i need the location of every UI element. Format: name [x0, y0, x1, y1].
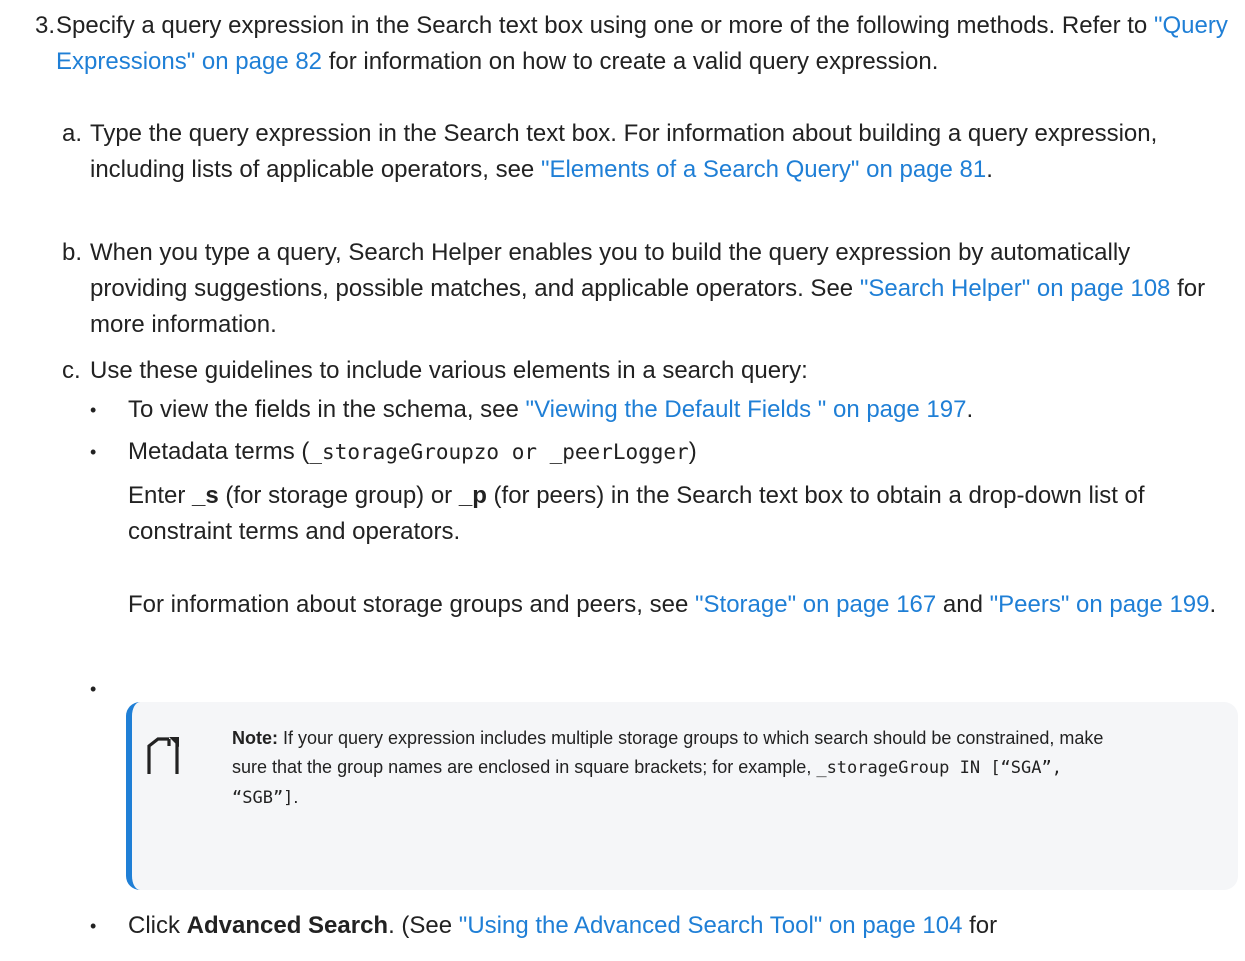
- metadata-terms-text-post: ): [688, 438, 697, 465]
- substep-a-text: Type the query expression in the Search …: [90, 116, 1232, 188]
- substep-letter: c.: [62, 357, 81, 384]
- peers-link[interactable]: "Peers" on page 199: [990, 591, 1210, 618]
- substep-letter: a.: [62, 120, 83, 147]
- substep-letter: b.: [62, 239, 83, 266]
- bullet-advanced-search: • Click Advanced Search. (See "Using the…: [90, 908, 1230, 944]
- substep-b-text: When you type a query, Search Helper ena…: [90, 235, 1232, 343]
- search-helper-link[interactable]: "Search Helper" on page 108: [860, 275, 1171, 302]
- metadata-terms-paragraph-1: Enter _s (for storage group) or _p (for …: [128, 478, 1228, 550]
- substep-b: b. When you type a query, Search Helper …: [62, 235, 1232, 343]
- advanced-search-text-post: for: [962, 912, 998, 939]
- viewing-default-fields-link[interactable]: "Viewing the Default Fields " on page 19…: [526, 396, 967, 423]
- bullet-marker: •: [90, 916, 97, 936]
- step-3-text-pre: Specify a query expression in the Search…: [56, 12, 1154, 39]
- note-label: Note:: [232, 728, 278, 748]
- note-callout: Note: If your query expression includes …: [126, 702, 1238, 890]
- bullet-marker: •: [90, 679, 97, 699]
- note-page-icon: [147, 737, 179, 774]
- metadata-terms-paragraph-2: For information about storage groups and…: [128, 587, 1228, 623]
- step-3-text: Specify a query expression in the Search…: [56, 8, 1235, 80]
- note-text-post: .: [293, 787, 299, 807]
- document-page: 3. Specify a query expression in the Sea…: [0, 0, 1245, 961]
- advanced-search-text-pre: Click: [128, 912, 187, 939]
- para1-mid: (for storage group) or: [218, 482, 459, 509]
- substep-c: c. Use these guidelines to include vario…: [62, 353, 1232, 389]
- metadata-terms-code: _storageGroupzo or _peerLogger: [309, 440, 689, 464]
- storage-link[interactable]: "Storage" on page 167: [695, 591, 936, 618]
- para2-pre: For information about storage groups and…: [128, 591, 695, 618]
- bullet-advanced-search-text: Click Advanced Search. (See "Using the A…: [128, 908, 1230, 944]
- advanced-search-tool-link[interactable]: "Using the Advanced Search Tool" on page…: [459, 912, 963, 939]
- bullet-metadata-terms-text: Metadata terms (_storageGroupzo or _peer…: [128, 434, 1230, 470]
- bullet-view-fields-text-pre: To view the fields in the schema, see: [128, 396, 526, 423]
- step-3-text-post: for information on how to create a valid…: [322, 48, 939, 75]
- substep-a: a. Type the query expression in the Sear…: [62, 116, 1232, 188]
- metadata-terms-text-pre: Metadata terms (: [128, 438, 310, 465]
- storage-prefix-code: _s: [192, 482, 219, 509]
- advanced-search-label: Advanced Search: [186, 912, 389, 939]
- bullet-view-fields: • To view the fields in the schema, see …: [90, 392, 1230, 428]
- substep-c-text: Use these guidelines to include various …: [90, 357, 808, 384]
- step-number: 3.: [35, 12, 56, 39]
- para2-post: .: [1209, 591, 1217, 618]
- bullet-view-fields-text-post: .: [966, 396, 974, 423]
- step-3: 3. Specify a query expression in the Sea…: [35, 8, 1235, 80]
- bullet-view-fields-text: To view the fields in the schema, see "V…: [128, 392, 1230, 428]
- advanced-search-text-mid: . (See: [388, 912, 459, 939]
- bullet-marker: •: [90, 442, 97, 462]
- para1-pre: Enter: [128, 482, 193, 509]
- note-text: Note: If your query expression includes …: [232, 724, 1112, 813]
- substep-a-text-post: .: [986, 156, 993, 183]
- elements-of-search-query-link[interactable]: "Elements of a Search Query" on page 81: [541, 156, 986, 183]
- para2-mid: and: [936, 591, 990, 618]
- peer-prefix-code: _p: [458, 482, 487, 509]
- bullet-marker: •: [90, 400, 97, 420]
- bullet-metadata-terms: • Metadata terms (_storageGroupzo or _pe…: [90, 434, 1230, 470]
